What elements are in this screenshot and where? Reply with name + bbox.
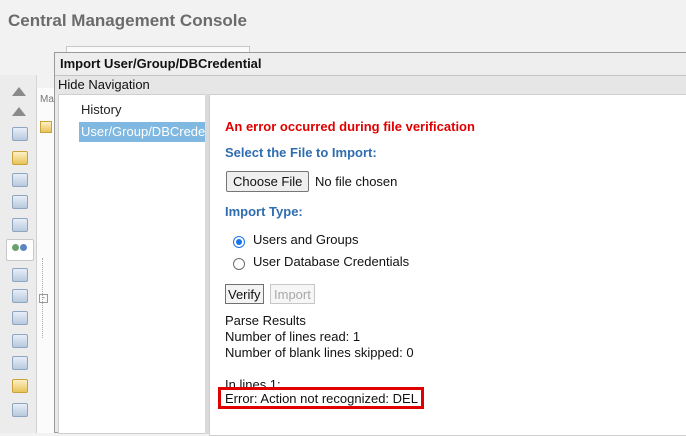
- import-type-label: Import Type:: [225, 204, 303, 219]
- document-icon[interactable]: [12, 173, 28, 187]
- export-icon[interactable]: [12, 403, 28, 417]
- dialog-title: Import User/Group/DBCredential: [55, 53, 686, 76]
- radio-user-database-credentials-label[interactable]: User Database Credentials: [253, 254, 409, 269]
- network-icon[interactable]: [12, 334, 28, 348]
- scroll-up-arrow-icon[interactable]: [12, 87, 26, 96]
- hide-navigation-link[interactable]: Hide Navigation: [55, 76, 686, 94]
- folder-icon: [40, 121, 52, 133]
- choose-file-button[interactable]: Choose File: [226, 171, 310, 192]
- scroll-up-arrow-icon[interactable]: [12, 107, 26, 116]
- lines-read-text: Number of lines read: 1: [225, 329, 361, 344]
- category-icon[interactable]: [12, 218, 28, 232]
- nav-item-user-group-dbcredential[interactable]: User/Group/DBCredential: [79, 122, 205, 142]
- import-dialog: Import User/Group/DBCredential Hide Navi…: [54, 52, 686, 436]
- error-highlight-box: Error: Action not recognized: DEL: [218, 387, 424, 409]
- select-file-label: Select the File to Import:: [225, 145, 377, 160]
- tree-collapse-icon[interactable]: -: [39, 294, 48, 303]
- left-rail: [0, 75, 37, 433]
- error-heading: An error occurred during file verificati…: [225, 119, 475, 134]
- verify-button[interactable]: Verify: [225, 284, 264, 304]
- database-icon[interactable]: [12, 311, 28, 325]
- file-status: No file chosen: [315, 174, 398, 189]
- blank-lines-text: Number of blank lines skipped: 0: [225, 345, 414, 360]
- background-vertical-tab: Ma: [40, 94, 54, 105]
- inbox-icon[interactable]: [12, 289, 28, 303]
- folder-icon[interactable]: [12, 379, 28, 393]
- radio-users-and-groups-label[interactable]: Users and Groups: [253, 232, 359, 247]
- settings-icon[interactable]: [12, 127, 28, 141]
- nav-item-history[interactable]: History: [79, 100, 123, 120]
- users-and-groups-icon[interactable]: [6, 239, 34, 261]
- navigation-pane: History User/Group/DBCredential: [58, 94, 207, 434]
- server-icon[interactable]: [12, 195, 28, 209]
- parse-results-heading: Parse Results: [225, 313, 306, 328]
- settings-icon[interactable]: [12, 268, 28, 282]
- radio-users-and-groups[interactable]: [233, 236, 245, 248]
- import-content: An error occurred during file verificati…: [209, 94, 686, 436]
- database-icon[interactable]: [12, 356, 28, 370]
- folder-icon[interactable]: [12, 151, 28, 165]
- error-message: Error: Action not recognized: DEL: [225, 391, 418, 406]
- app-title: Central Management Console: [8, 11, 247, 30]
- import-button[interactable]: Import: [270, 284, 315, 304]
- radio-user-database-credentials[interactable]: [233, 258, 245, 270]
